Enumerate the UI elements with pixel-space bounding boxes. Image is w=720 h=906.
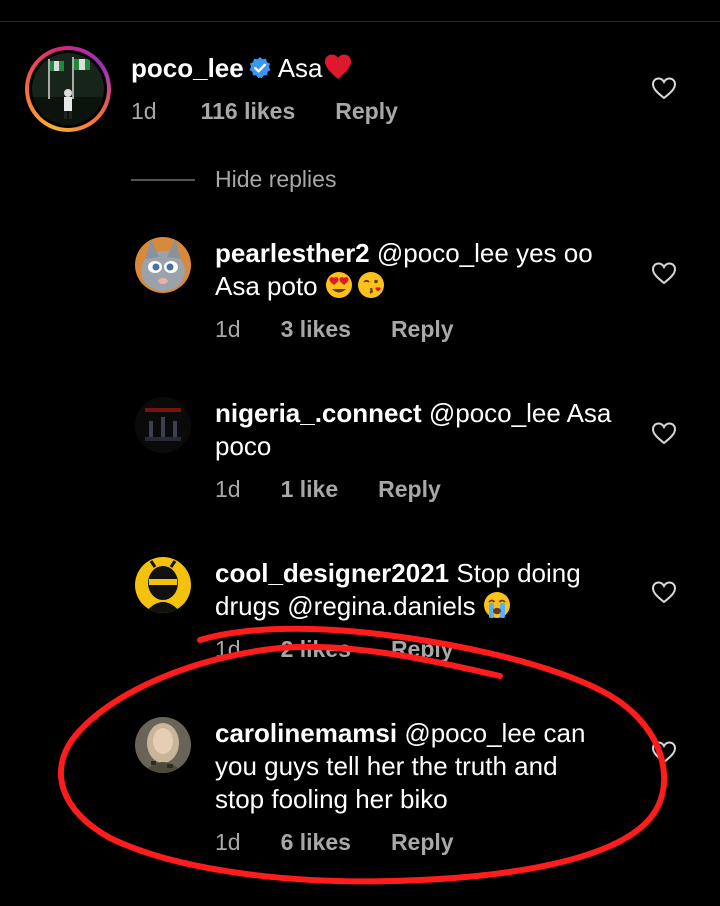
heart-eyes-icon bbox=[325, 272, 352, 298]
mention-link[interactable]: @poco_lee bbox=[404, 718, 536, 748]
mention-link[interactable]: @regina.daniels bbox=[287, 591, 475, 621]
timestamp: 1d bbox=[215, 476, 241, 502]
comment-text: nigeria_.connect @poco_lee Asa poco bbox=[215, 397, 611, 463]
timestamp: 1d bbox=[131, 98, 157, 124]
comment-body-line2: Asa poto bbox=[215, 271, 318, 301]
username[interactable]: carolinemamsi bbox=[215, 718, 397, 748]
face-blowing-kiss-icon bbox=[357, 272, 384, 298]
comment-body-line2: poco bbox=[215, 431, 272, 461]
timestamp: 1d bbox=[215, 316, 241, 342]
avatar[interactable] bbox=[135, 237, 191, 293]
comment-body: Stop doing bbox=[456, 558, 581, 588]
reply-button[interactable]: Reply bbox=[391, 315, 454, 343]
comment-body: can bbox=[543, 718, 586, 748]
red-heart-icon bbox=[324, 54, 351, 79]
comment-body: Asa bbox=[277, 53, 323, 83]
timestamp: 1d bbox=[215, 636, 241, 662]
comment-text: poco_lee Asa bbox=[131, 52, 353, 85]
likes-count[interactable]: 2 likes bbox=[281, 635, 351, 663]
like-heart-icon[interactable] bbox=[651, 421, 677, 445]
username[interactable]: cool_designer2021 bbox=[215, 558, 449, 588]
mention-link[interactable]: @poco_lee bbox=[377, 238, 509, 268]
comment-text: carolinemamsi @poco_lee can you guys tel… bbox=[215, 717, 585, 816]
avatar[interactable] bbox=[135, 717, 191, 773]
reply-button[interactable]: Reply bbox=[391, 635, 454, 663]
comment-text: cool_designer2021 Stop doing drugs @regi… bbox=[215, 557, 581, 623]
comment-body-line2: drugs bbox=[215, 591, 281, 621]
comment-body: Asa bbox=[566, 398, 612, 428]
avatar[interactable] bbox=[135, 557, 191, 613]
loudly-crying-face-icon bbox=[483, 592, 510, 618]
mention-link[interactable]: @poco_lee bbox=[429, 398, 561, 428]
timestamp: 1d bbox=[215, 829, 241, 855]
hide-replies-label[interactable]: Hide replies bbox=[215, 166, 336, 193]
avatar[interactable] bbox=[135, 397, 191, 453]
reply-button[interactable]: Reply bbox=[378, 475, 441, 503]
comment-meta: 1d 2 likes Reply bbox=[215, 635, 454, 663]
comment-meta: 1d 1 like Reply bbox=[215, 475, 441, 503]
verified-badge-icon bbox=[249, 57, 271, 79]
username[interactable]: pearlesther2 bbox=[215, 238, 370, 268]
comment-body-line2: you guys tell her the truth and bbox=[215, 751, 558, 781]
like-heart-icon[interactable] bbox=[651, 580, 677, 604]
comment-meta: 1d 3 likes Reply bbox=[215, 315, 454, 343]
likes-count[interactable]: 3 likes bbox=[281, 315, 351, 343]
top-divider bbox=[0, 21, 720, 22]
likes-count[interactable]: 116 likes bbox=[201, 97, 296, 125]
avatar[interactable] bbox=[32, 53, 104, 125]
likes-count[interactable]: 6 likes bbox=[281, 828, 351, 856]
comment-body: yes oo bbox=[516, 238, 593, 268]
hide-replies-line bbox=[131, 179, 195, 181]
like-heart-icon[interactable] bbox=[651, 76, 677, 100]
comment-meta: 1d 116 likes Reply bbox=[131, 97, 398, 125]
like-heart-icon[interactable] bbox=[651, 261, 677, 285]
like-heart-icon[interactable] bbox=[651, 740, 677, 764]
username[interactable]: poco_lee bbox=[131, 53, 244, 83]
reply-button[interactable]: Reply bbox=[335, 97, 398, 125]
comment-body-line3: stop fooling her biko bbox=[215, 784, 448, 814]
reply-button[interactable]: Reply bbox=[391, 828, 454, 856]
likes-count[interactable]: 1 like bbox=[281, 475, 339, 503]
comment-text: pearlesther2 @poco_lee yes oo Asa poto bbox=[215, 237, 593, 303]
comment-meta: 1d 6 likes Reply bbox=[215, 828, 454, 856]
username[interactable]: nigeria_.connect bbox=[215, 398, 422, 428]
